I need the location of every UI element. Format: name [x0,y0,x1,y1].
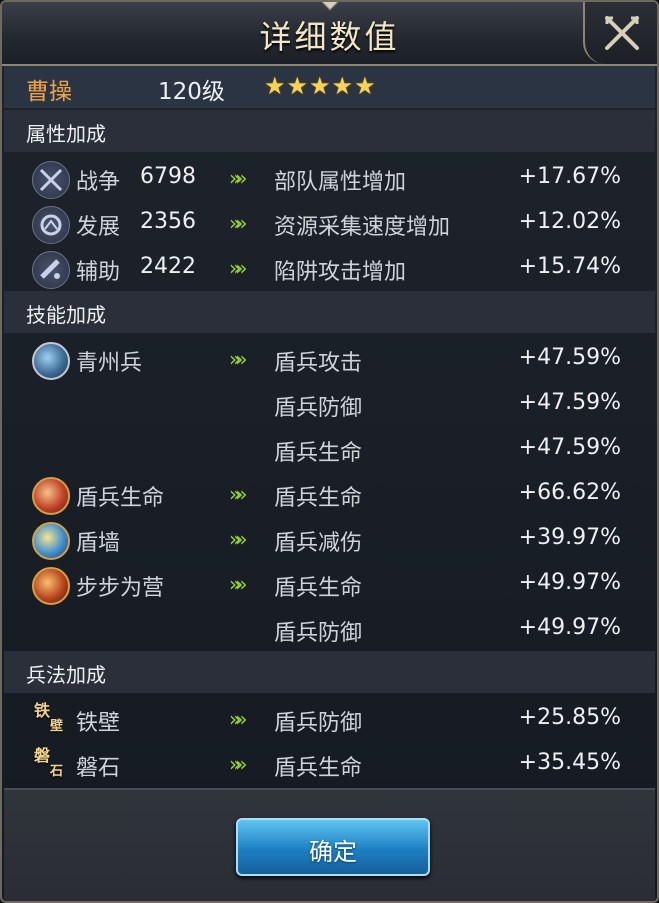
bonus-value: +49.97% [518,615,621,640]
bonus-description: 盾兵生命 [274,576,363,601]
skill-name: 青州兵 [76,351,143,376]
confirm-button-label: 确定 [309,838,357,866]
arrow-icon: »» [229,211,248,235]
section-header-attributes: 属性加成 [4,110,655,152]
bonus-description: 部队属性增加 [274,170,407,195]
qingzhou-soldier-skill-icon [32,342,70,380]
tactic-icon-glyph: 磐 [34,746,51,765]
hero-summary: 曹操 120级 ★★★★★ [4,66,655,108]
attribute-value: 6798 [140,164,196,189]
boulder-tactic-icon: 磐 石 [32,745,72,785]
tactic-icon-glyph: 壁 [50,719,64,734]
bonus-description: 盾兵生命 [274,441,363,466]
bonus-value: +15.74% [518,254,621,279]
tactic-name: 铁壁 [76,711,121,736]
shield-wall-skill-icon [32,522,70,560]
bonus-value: +66.62% [518,480,621,505]
skill-row: 青州兵 »» 盾兵攻击 +47.59% [4,337,655,382]
tactic-row: 铁 壁 铁壁 »» 盾兵防御 +25.85% [4,697,655,742]
hero-name: 曹操 [26,79,72,105]
section-title: 技能加成 [26,303,106,327]
bonus-description: 盾兵生命 [274,756,363,781]
arrow-icon: »» [229,752,248,776]
bonus-description: 盾兵生命 [274,486,363,511]
skill-name: 步步为营 [76,576,165,601]
bonus-description: 资源采集速度增加 [274,215,451,240]
close-icon [605,16,639,50]
tactic-row: 磐 石 磐石 »» 盾兵生命 +35.45% [4,742,655,787]
skill-row: 步步为营 »» 盾兵生命 +49.97% [4,562,655,607]
attribute-row-development: 发展 2356 »» 资源采集速度增加 +12.02% [4,201,655,246]
bonus-description: 陷阱攻击增加 [274,260,407,285]
section-header-skills: 技能加成 [4,291,655,333]
skill-row: 盾兵防御 +47.59% [4,382,655,427]
close-button[interactable] [583,2,657,64]
tactic-name: 磐石 [76,756,121,781]
bonus-value: +49.97% [518,570,621,595]
step-by-step-skill-icon [32,567,70,605]
bonus-value: +25.85% [518,705,621,730]
bonus-value: +47.59% [518,435,621,460]
arrow-icon: »» [229,572,248,596]
tactic-icon-glyph: 石 [50,764,64,779]
attribute-name: 发展 [76,215,121,240]
bonus-value: +47.59% [518,390,621,415]
bonus-value: +47.59% [518,345,621,370]
attribute-value: 2356 [140,209,196,234]
shield-health-skill-icon [32,477,70,515]
title-bar: 详细数值 [2,2,657,66]
bonus-value: +39.97% [518,525,621,550]
bonus-description: 盾兵防御 [274,711,363,736]
bonus-value: +12.02% [518,209,621,234]
section-header-tactics: 兵法加成 [4,651,655,693]
bonus-value: +17.67% [518,164,621,189]
arrow-icon: »» [229,166,248,190]
section-title: 属性加成 [26,122,106,146]
development-icon [32,206,70,244]
bonus-description: 盾兵防御 [274,396,363,421]
iron-wall-tactic-icon: 铁 壁 [32,700,72,740]
hero-level: 120级 [158,79,225,105]
detail-stats-panel: 详细数值 曹操 120级 ★★★★★ 属性加成 战争 6798 »» 部队属性增… [0,0,659,903]
bonus-description: 盾兵防御 [274,621,363,646]
arrow-icon: »» [229,347,248,371]
assist-icon [32,251,70,289]
arrow-icon: »» [229,527,248,551]
arrow-icon: »» [229,707,248,731]
skill-name: 盾墙 [76,531,121,556]
attribute-name: 辅助 [76,260,121,285]
tactic-icon-glyph: 铁 [34,701,51,720]
window-title: 详细数值 [259,18,400,56]
skill-row: 盾兵生命 +47.59% [4,427,655,472]
skill-row: 盾墙 »» 盾兵减伤 +39.97% [4,517,655,562]
section-title: 兵法加成 [26,663,106,687]
confirm-button[interactable]: 确定 [236,818,430,876]
skill-row: 盾兵生命 »» 盾兵生命 +66.62% [4,472,655,517]
attribute-value: 2422 [140,254,196,279]
hero-stars: ★★★★★ [264,72,377,100]
attribute-row-assist: 辅助 2422 »» 陷阱攻击增加 +15.74% [4,246,655,291]
bonus-description: 盾兵攻击 [274,351,363,376]
arrow-icon: »» [229,482,248,506]
bonus-description: 盾兵减伤 [274,531,363,556]
title-ornament [321,2,339,11]
bonus-value: +35.45% [518,750,621,775]
arrow-icon: »» [229,256,248,280]
skill-name: 盾兵生命 [76,486,165,511]
attribute-name: 战争 [76,170,121,195]
skill-row: 盾兵防御 +49.97% [4,607,655,652]
crossed-swords-icon [32,161,70,199]
attribute-row-war: 战争 6798 »» 部队属性增加 +17.67% [4,156,655,201]
